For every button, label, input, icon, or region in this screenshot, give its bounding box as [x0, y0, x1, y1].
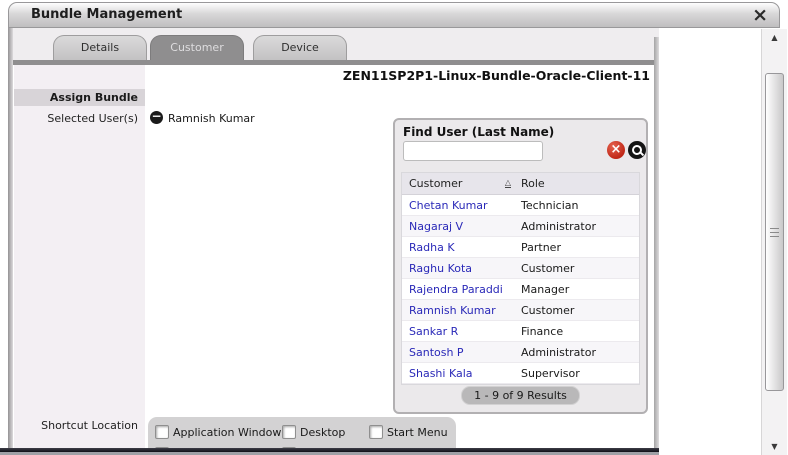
- dialog-title: Bundle Management: [31, 7, 182, 22]
- user-role: Administrator: [515, 220, 639, 233]
- clear-search-icon[interactable]: ×: [607, 141, 625, 159]
- pagination-results[interactable]: 1 - 9 of 9 Results: [461, 386, 580, 405]
- user-role: Customer: [515, 304, 639, 317]
- table-row: Rajendra Paraddi Manager: [402, 279, 639, 300]
- checkbox-icon[interactable]: [155, 425, 169, 439]
- find-user-title: Find User (Last Name): [403, 125, 554, 139]
- checkbox-label: Start Menu: [387, 426, 448, 439]
- find-user-panel: Find User (Last Name) × Customer △ Role …: [393, 118, 648, 414]
- checkbox-label: Desktop: [300, 426, 345, 439]
- selected-user-name: Ramnish Kumar: [168, 112, 255, 125]
- tab-customer[interactable]: Customer: [150, 35, 244, 60]
- user-role: Finance: [515, 325, 639, 338]
- content-right-border: [654, 37, 659, 455]
- close-icon[interactable]: ×: [752, 2, 768, 28]
- scroll-down-icon[interactable]: ▼: [762, 442, 787, 451]
- vertical-scrollbar[interactable]: ▲ ▼: [761, 29, 787, 455]
- user-link[interactable]: Nagaraj V: [409, 220, 463, 233]
- scroll-up-icon[interactable]: ▲: [762, 33, 787, 42]
- user-link[interactable]: Radha K: [409, 241, 455, 254]
- table-row: Ramnish Kumar Customer: [402, 300, 639, 321]
- checkbox-desktop[interactable]: Desktop: [282, 425, 345, 439]
- search-icon[interactable]: [628, 141, 646, 159]
- user-role: Administrator: [515, 346, 639, 359]
- sort-ascending-icon[interactable]: △: [505, 179, 511, 188]
- tab-device-label: Device: [281, 41, 319, 54]
- user-link[interactable]: Rajendra Paraddi: [409, 283, 503, 296]
- shortcut-location-label: Shortcut Location: [14, 419, 145, 432]
- user-link[interactable]: Sankar R: [409, 325, 458, 338]
- checkbox-application-window[interactable]: Application Window: [155, 425, 281, 439]
- tab-strip: Details Customer Device: [13, 28, 659, 60]
- selected-users-label: Selected User(s): [14, 112, 145, 125]
- checkbox-icon[interactable]: [369, 425, 383, 439]
- tab-details[interactable]: Details: [53, 35, 147, 60]
- user-role: Partner: [515, 241, 639, 254]
- table-row: Raghu Kota Customer: [402, 258, 639, 279]
- checkbox-label: Application Window: [173, 426, 281, 439]
- tab-details-label: Details: [81, 41, 119, 54]
- column-header-role[interactable]: Role: [515, 177, 639, 190]
- user-link[interactable]: Ramnish Kumar: [409, 304, 496, 317]
- remove-user-icon[interactable]: −: [150, 111, 163, 124]
- assign-bundle-header: Assign Bundle: [14, 89, 145, 106]
- search-input[interactable]: [403, 141, 543, 161]
- user-results-table: Customer △ Role Chetan Kumar Technician …: [401, 172, 640, 385]
- scrollbar-thumb[interactable]: [765, 73, 784, 391]
- table-row: Shashi Kala Supervisor: [402, 363, 639, 384]
- table-row: Chetan Kumar Technician: [402, 195, 639, 216]
- table-row: Santosh P Administrator: [402, 342, 639, 363]
- user-link[interactable]: Santosh P: [409, 346, 464, 359]
- user-link[interactable]: Chetan Kumar: [409, 199, 488, 212]
- tab-device[interactable]: Device: [253, 35, 347, 60]
- dialog-content: Details Customer Device ZEN11SP2P1-Linux…: [13, 28, 659, 455]
- search-handle: [640, 152, 644, 156]
- column-header-customer[interactable]: Customer: [409, 177, 462, 190]
- bundle-name-title: ZEN11SP2P1-Linux-Bundle-Oracle-Client-11: [343, 68, 650, 83]
- tab-customer-label: Customer: [170, 41, 223, 54]
- dialog-title-bar: Bundle Management ×: [8, 2, 780, 28]
- table-row: Radha K Partner: [402, 237, 639, 258]
- user-role: Technician: [515, 199, 639, 212]
- checkbox-start-menu[interactable]: Start Menu: [369, 425, 448, 439]
- bundle-management-dialog: Bundle Management × Details Customer Dev…: [0, 0, 788, 455]
- table-row: Nagaraj V Administrator: [402, 216, 639, 237]
- user-role: Customer: [515, 262, 639, 275]
- table-row: Sankar R Finance: [402, 321, 639, 342]
- scrollbar-grip-icon: [770, 228, 779, 237]
- table-header-row: Customer △ Role: [402, 173, 639, 195]
- pagination-row: 1 - 9 of 9 Results: [395, 386, 646, 405]
- user-link[interactable]: Raghu Kota: [409, 262, 472, 275]
- table-body: Chetan Kumar Technician Nagaraj V Admini…: [402, 195, 639, 384]
- checkbox-icon[interactable]: [282, 425, 296, 439]
- user-link[interactable]: Shashi Kala: [409, 367, 473, 380]
- user-role: Supervisor: [515, 367, 639, 380]
- user-role: Manager: [515, 283, 639, 296]
